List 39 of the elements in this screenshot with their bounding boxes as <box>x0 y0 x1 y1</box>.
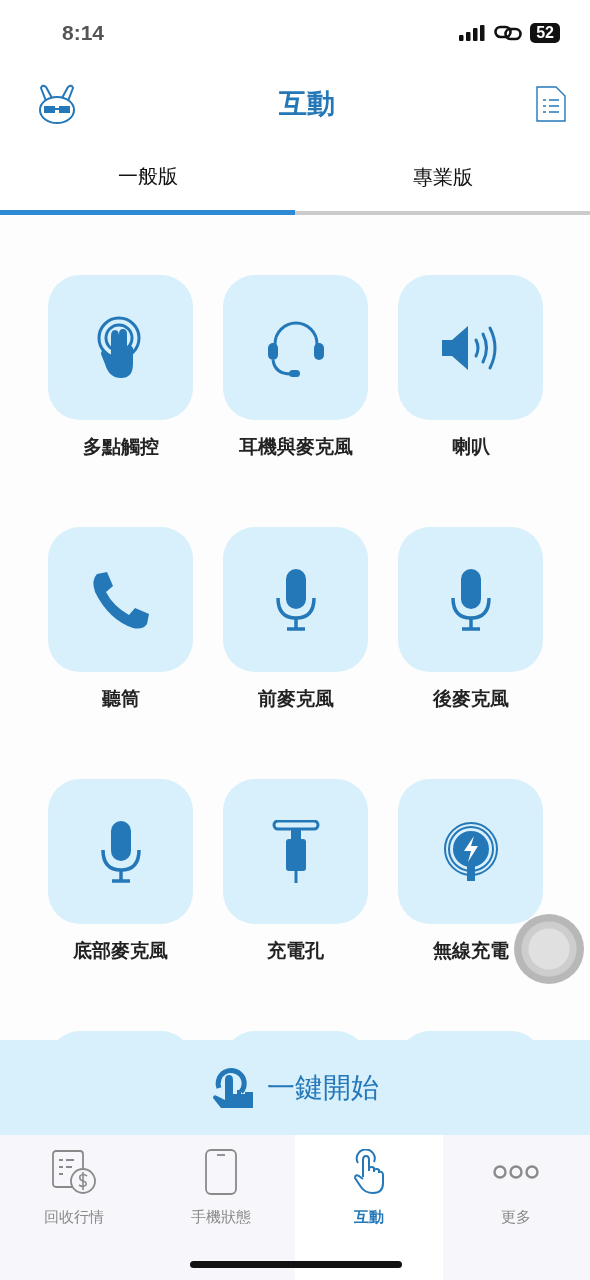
test-tile[interactable] <box>398 275 543 420</box>
battery-indicator: 52 <box>530 22 560 43</box>
nav-tab[interactable]: 互動 <box>295 1135 443 1280</box>
test-label: 底部麥克風 <box>73 938 168 962</box>
rabbit-logo-icon[interactable] <box>36 83 78 125</box>
test-tile[interactable] <box>48 275 193 420</box>
tab[interactable]: 專業版 <box>295 143 590 215</box>
signal-icon <box>459 24 487 41</box>
link-icon <box>494 23 523 42</box>
test-tile[interactable] <box>398 779 543 924</box>
test-tile[interactable] <box>223 527 368 672</box>
test-label: 前麥克風 <box>257 686 334 710</box>
document-icon[interactable] <box>536 86 566 122</box>
test-tile[interactable] <box>48 527 193 672</box>
test-label: 耳機與麥克風 <box>238 434 353 458</box>
test-tile[interactable] <box>223 779 368 924</box>
microphone-icon <box>448 567 493 632</box>
test-tile[interactable] <box>223 275 368 420</box>
test-label: 喇叭 <box>451 434 490 458</box>
test-tile[interactable] <box>48 779 193 924</box>
microphone-icon <box>273 567 318 632</box>
wireless-charging-icon <box>442 820 499 883</box>
status-time: 8:14 <box>62 20 105 45</box>
page-title: 互動 <box>279 86 335 122</box>
test-label: 無線充電 <box>432 938 509 962</box>
test-label: 多點觸控 <box>82 434 159 458</box>
charging-cable-icon <box>271 819 320 884</box>
phone-handset-icon <box>90 569 151 630</box>
test-label: 充電孔 <box>267 938 324 962</box>
test-label: 後麥克風 <box>432 686 509 710</box>
test-tile[interactable] <box>398 527 543 672</box>
microphone-icon <box>98 819 143 884</box>
one-click-start-button[interactable]: 一鍵開始 <box>0 1040 590 1135</box>
touch-start-icon <box>211 1065 255 1110</box>
receipt-dollar-icon <box>50 1149 97 1195</box>
smartphone-icon <box>205 1149 238 1195</box>
finger-touch-icon <box>352 1149 385 1195</box>
tab[interactable]: 一般版 <box>0 143 295 215</box>
test-label: 聽筒 <box>101 686 140 710</box>
